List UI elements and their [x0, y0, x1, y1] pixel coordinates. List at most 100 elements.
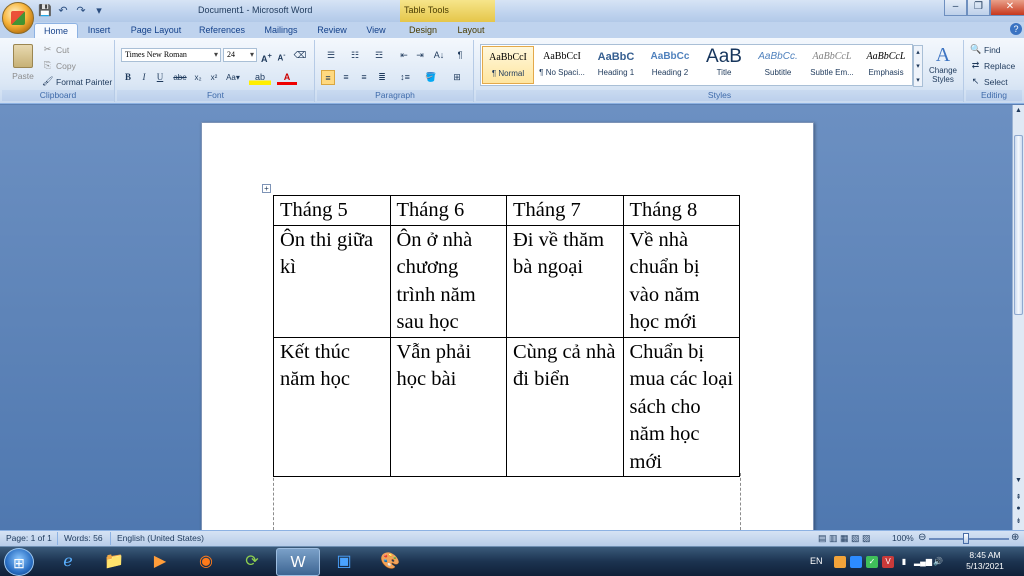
bold-icon[interactable]: B [121, 70, 135, 85]
italic-icon[interactable]: I [137, 70, 151, 85]
table-cell[interactable]: Về nhà chuẩn bị vào năm học mới [622, 224, 740, 338]
show-marks-icon[interactable]: ¶ [453, 48, 467, 63]
table-cell[interactable]: Tháng 7 [506, 195, 624, 226]
style-emphasis[interactable]: AaBbCcL Emphasis [860, 46, 912, 84]
word-count[interactable]: Words: 56 [64, 533, 103, 543]
font-size-combo[interactable]: 24 [223, 48, 257, 62]
zoom-slider[interactable] [929, 538, 1009, 540]
restore-icon[interactable]: ❐ [967, 0, 990, 16]
app-green-icon[interactable]: ⟳ [230, 548, 274, 576]
tray-app-icon[interactable] [834, 556, 846, 568]
undo-icon[interactable]: ↶ [56, 4, 70, 18]
styles-scroll-icon[interactable]: ▴ ▾ ▾ [913, 45, 923, 87]
shrink-font-icon[interactable]: A- [275, 48, 288, 63]
replace-button[interactable]: ⇄ Replace [970, 60, 1015, 71]
grow-font-icon[interactable]: A+ [260, 48, 273, 64]
numbering-icon[interactable]: ☷ [345, 48, 365, 63]
style-heading-2[interactable]: AaBbCc Heading 2 [644, 46, 696, 84]
borders-icon[interactable]: ⊞ [447, 70, 467, 85]
network-icon[interactable]: ▂▄▆ [914, 556, 932, 568]
tab-design[interactable]: Design [402, 23, 444, 38]
firefox-icon[interactable]: ◉ [184, 548, 228, 576]
style-heading-1[interactable]: AaBbC Heading 1 [590, 46, 642, 84]
tab-references[interactable]: References [194, 23, 250, 38]
close-icon[interactable]: ✕ [990, 0, 1024, 16]
table-cell[interactable]: Vẫn phải học bài [389, 336, 507, 477]
language-indicator[interactable]: EN [810, 556, 823, 566]
shading-icon[interactable]: 🪣 [421, 70, 441, 85]
previous-page-icon[interactable]: ⇞ [1014, 493, 1023, 503]
start-button[interactable]: ⊞ [4, 548, 34, 576]
battery-icon[interactable]: ▮ [898, 556, 910, 568]
align-center-icon[interactable]: ≡ [339, 70, 353, 85]
line-spacing-icon[interactable]: ↕≡ [395, 70, 415, 85]
tray-vietkey-icon[interactable]: V [882, 556, 894, 568]
table-cell[interactable]: Tháng 8 [622, 195, 740, 226]
paste-button[interactable]: Paste [10, 44, 36, 86]
tab-mailings[interactable]: Mailings [258, 23, 304, 38]
select-button[interactable]: ↖ Select [970, 76, 1008, 87]
redo-icon[interactable]: ↷ [74, 4, 88, 18]
media-player-icon[interactable]: ▶ [138, 548, 182, 576]
table-cell[interactable]: Kết thúc năm học [273, 336, 391, 477]
customize-toolbar-icon[interactable]: ▾ [92, 4, 106, 18]
view-buttons-icon[interactable]: ▤ ▥ ▦ ▧ ▨ [818, 533, 871, 544]
internet-explorer-icon[interactable]: ℯ [46, 548, 90, 576]
zoom-level[interactable]: 100% [892, 533, 914, 543]
table-cell[interactable]: Cùng cả nhà đi biển [506, 336, 624, 477]
tab-page-layout[interactable]: Page Layout [126, 23, 186, 38]
word-taskbar-icon[interactable]: W [276, 548, 320, 576]
tab-layout[interactable]: Layout [450, 23, 492, 38]
clock[interactable]: 8:45 AM 5/13/2021 [960, 550, 1010, 572]
change-styles-button[interactable]: A Change Styles [926, 44, 960, 88]
style-normal[interactable]: AaBbCcI ¶ Normal [482, 46, 534, 84]
font-name-combo[interactable]: Times New Roman [121, 48, 221, 62]
zoom-slider-handle[interactable] [963, 533, 969, 544]
zoom-app-icon[interactable]: ▣ [322, 548, 366, 576]
scroll-down-icon[interactable]: ▼ [1014, 477, 1023, 487]
tab-insert[interactable]: Insert [80, 23, 118, 38]
multilevel-list-icon[interactable]: ☲ [369, 48, 389, 63]
help-icon[interactable]: ? [1010, 23, 1022, 35]
strikethrough-icon[interactable]: abe [171, 70, 189, 85]
tab-home[interactable]: Home [34, 23, 78, 38]
zoom-out-icon[interactable]: ⊖ [918, 532, 926, 543]
style-no-spacing[interactable]: AaBbCcI ¶ No Spaci... [536, 46, 588, 84]
vertical-scrollbar[interactable]: ▲ ▼ ⇞ ● ⇟ [1012, 105, 1024, 530]
table-cell[interactable]: Chuẩn bị mua các loại sách cho năm học m… [622, 336, 740, 477]
table-cell[interactable]: Ôn ở nhà chương trình năm sau học [389, 224, 507, 338]
underline-icon[interactable]: U [153, 70, 167, 85]
highlight-icon[interactable]: ab [249, 70, 271, 85]
scrollbar-thumb[interactable] [1014, 135, 1023, 315]
format-painter-button[interactable]: 🖌 Format Painter [42, 76, 112, 87]
style-subtitle[interactable]: AaBbCc. Subtitle [752, 46, 804, 84]
minimize-icon[interactable]: – [944, 0, 967, 16]
align-left-icon[interactable]: ≡ [321, 70, 335, 85]
tab-review[interactable]: Review [312, 23, 352, 38]
scroll-up-icon[interactable]: ▲ [1014, 107, 1023, 117]
language-status[interactable]: English (United States) [117, 533, 204, 543]
document-table[interactable]: Tháng 5 Tháng 6 Tháng 7 Tháng 8 Ôn thi g… [273, 195, 740, 477]
paint-icon[interactable]: 🎨 [368, 548, 412, 576]
next-page-icon[interactable]: ⇟ [1014, 517, 1023, 527]
page-count[interactable]: Page: 1 of 1 [6, 533, 52, 543]
office-button[interactable] [2, 2, 34, 34]
align-right-icon[interactable]: ≡ [357, 70, 371, 85]
tab-view[interactable]: View [360, 23, 392, 38]
zoom-in-icon[interactable]: ⊕ [1011, 532, 1019, 543]
subscript-icon[interactable]: x₂ [191, 70, 205, 85]
decrease-indent-icon[interactable]: ⇤ [397, 48, 411, 63]
browse-object-icon[interactable]: ● [1014, 505, 1023, 515]
style-subtle-emphasis[interactable]: AaBbCcL Subtle Em... [806, 46, 858, 84]
sort-icon[interactable]: A↓ [431, 48, 447, 63]
find-button[interactable]: 🔍 Find [970, 44, 1001, 55]
table-move-handle-icon[interactable]: + [262, 184, 271, 193]
bullets-icon[interactable]: ☰ [321, 48, 341, 63]
table-cell[interactable]: Ôn thi giữa kì [273, 224, 391, 338]
copy-button[interactable]: ⎘ Copy [42, 60, 76, 71]
clear-formatting-icon[interactable]: ⌫ [292, 48, 308, 63]
superscript-icon[interactable]: x² [207, 70, 221, 85]
increase-indent-icon[interactable]: ⇥ [413, 48, 427, 63]
justify-icon[interactable]: ≣ [375, 70, 389, 85]
tray-check-icon[interactable]: ✓ [866, 556, 878, 568]
